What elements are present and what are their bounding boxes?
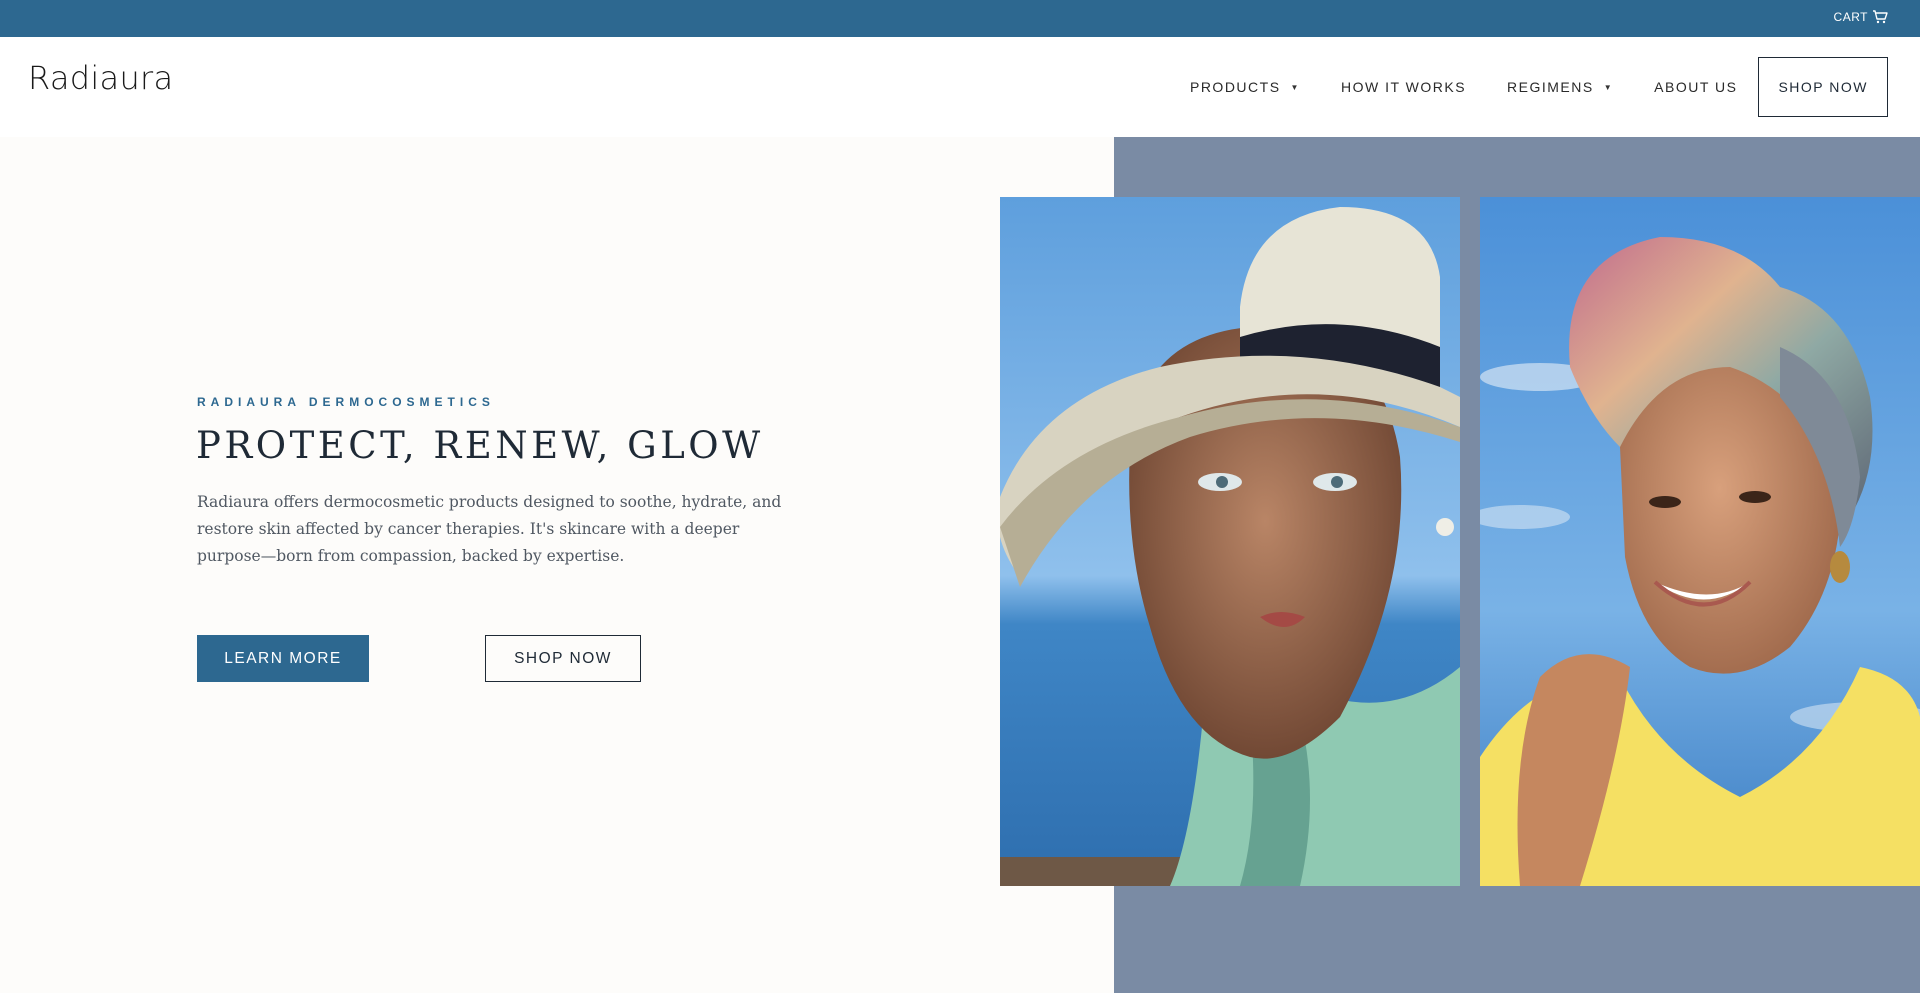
hero-photo-sunhat-woman <box>1000 197 1460 886</box>
hero-description: Radiaura offers dermocosmetic products d… <box>197 493 782 565</box>
cart-link[interactable]: CART <box>1834 10 1888 24</box>
hero-photo-headwrap-woman <box>1480 197 1920 886</box>
hero-shop-now-button[interactable]: SHOP NOW <box>485 635 641 682</box>
cart-label: CART <box>1833 10 1868 24</box>
header-shop-now-button[interactable]: SHOP NOW <box>1758 57 1888 117</box>
nav-about-us-label: ABOUT US <box>1654 79 1738 95</box>
top-utility-bar: CART <box>0 0 1920 37</box>
nav-how-it-works-label: HOW IT WORKS <box>1340 79 1467 95</box>
caret-down-icon: ▼ <box>1603 82 1614 92</box>
main-nav: PRODUCTS ▼ HOW IT WORKS REGIMENS ▼ ABOUT… <box>1149 57 1888 117</box>
nav-products-label: PRODUCTS <box>1189 79 1281 95</box>
nav-regimens[interactable]: REGIMENS ▼ <box>1507 79 1613 95</box>
site-logo[interactable]: Radiaura <box>28 59 173 97</box>
nav-products[interactable]: PRODUCTS ▼ <box>1190 79 1300 95</box>
caret-down-icon: ▼ <box>1290 82 1300 92</box>
nav-regimens-label: REGIMENS <box>1507 79 1594 95</box>
hero-eyebrow: RADIAURA DERMOCOSMETICS <box>197 395 495 409</box>
cart-icon <box>1873 10 1888 24</box>
nav-how-it-works[interactable]: HOW IT WORKS <box>1341 79 1466 95</box>
nav-about-us[interactable]: ABOUT US <box>1654 79 1737 95</box>
learn-more-button[interactable]: LEARN MORE <box>197 635 369 682</box>
site-header: Radiaura PRODUCTS ▼ HOW IT WORKS REGIMEN… <box>0 37 1920 137</box>
hero-headline: PROTECT, RENEW, GLOW <box>196 424 764 467</box>
